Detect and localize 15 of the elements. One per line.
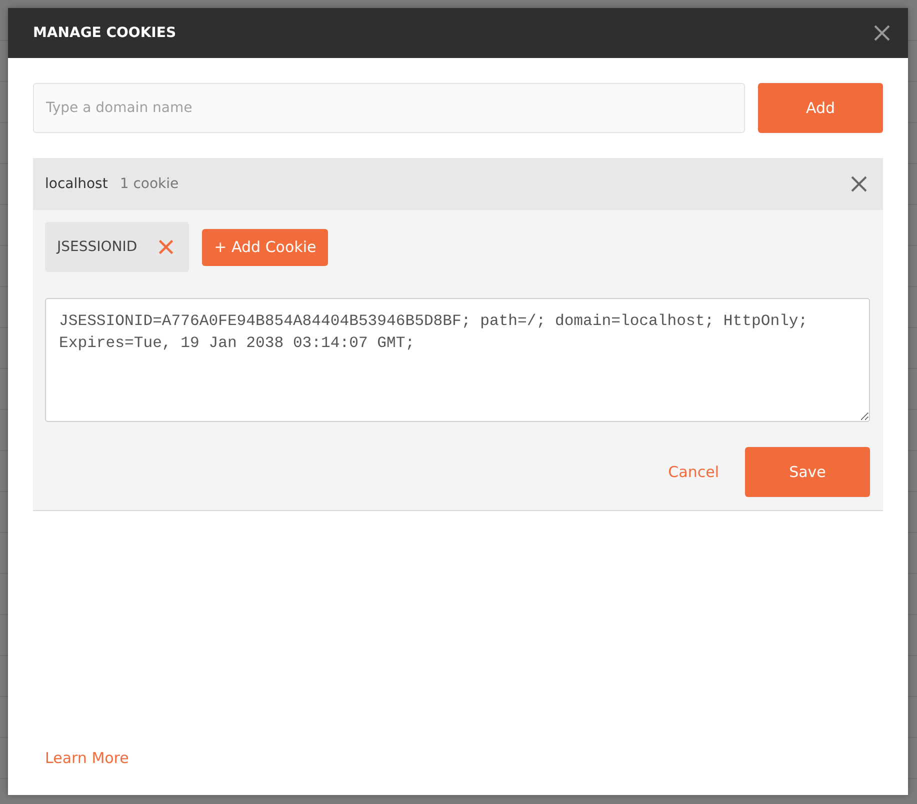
- domain-name: localhost: [45, 176, 108, 192]
- cookie-chip[interactable]: JSESSIONID: [45, 222, 190, 272]
- add-cookie-button[interactable]: + Add Cookie: [202, 228, 328, 266]
- domain-field[interactable]: Type a domain name: [33, 83, 745, 133]
- cookie-count: 1 cookie: [120, 176, 179, 192]
- learn-more-link[interactable]: Learn More: [45, 749, 129, 767]
- cookie-text-field[interactable]: JSESSIONID=A776A0FE94B854A84404B53946B5D8BF; path=/; domain=localhost; HttpOnly; Expires=Tue, 19 Jan 2038 03:14:07 GMT;: [45, 298, 870, 422]
- close-icon: [849, 174, 869, 194]
- dialog-title: MANAGE COOKIES: [33, 25, 176, 41]
- cancel-link[interactable]: Cancel: [668, 463, 719, 481]
- close-icon: [157, 238, 176, 256]
- add-button[interactable]: Add: [758, 83, 883, 133]
- close-icon: [872, 23, 892, 43]
- save-button[interactable]: Save: [745, 447, 870, 497]
- cookie-name: JSESSIONID: [57, 239, 138, 255]
